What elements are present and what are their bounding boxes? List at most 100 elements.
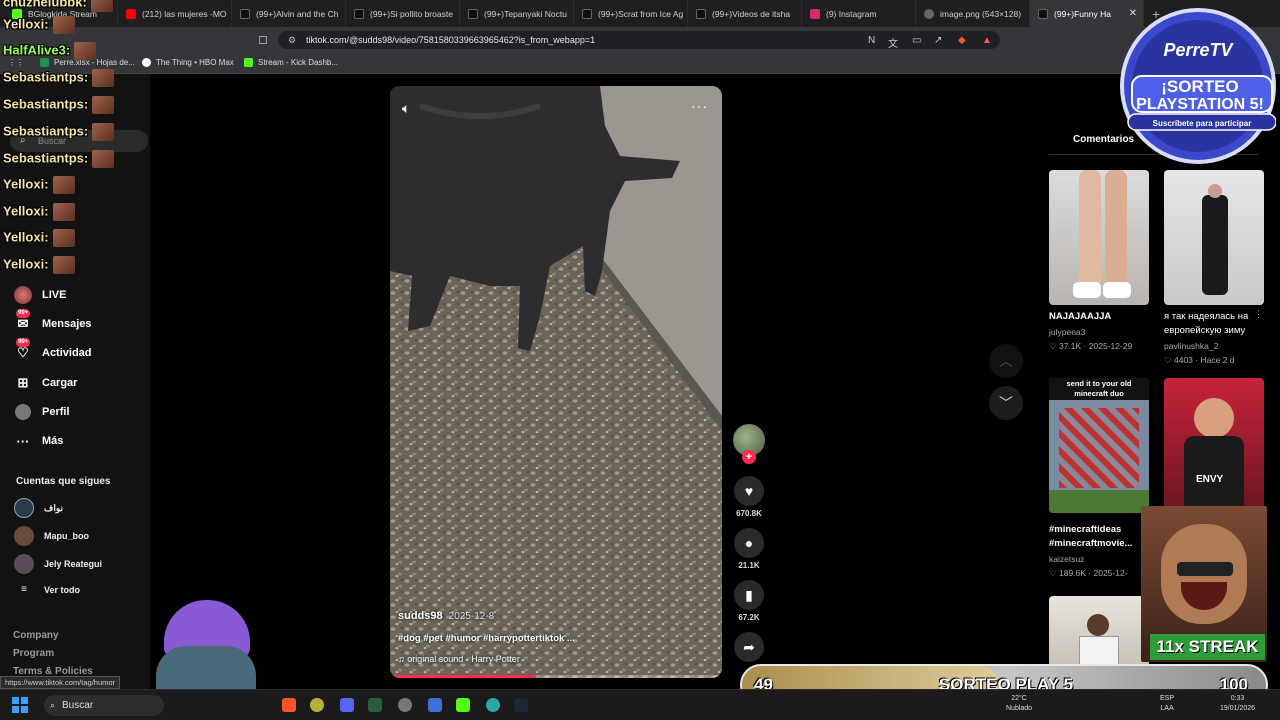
footer-link[interactable]: Company: [13, 630, 59, 641]
app-icon[interactable]: [368, 698, 382, 712]
perretv-line2: PLAYSTATION 5!: [1136, 96, 1264, 113]
nav-live[interactable]: LIVE: [12, 286, 66, 304]
see-all-link[interactable]: ≡ Ver todo: [14, 584, 80, 595]
steam-icon[interactable]: [514, 698, 528, 712]
browser-tab[interactable]: (99+)Si pollito broaste: [346, 0, 460, 27]
tiktok-icon: [582, 8, 592, 19]
nav-messages[interactable]: ✉ 99+ Mensajes: [12, 309, 92, 333]
volume-icon[interactable]: 🔈︎: [402, 100, 410, 117]
status-url: https://www.tiktok.com/tag/humor: [0, 676, 121, 689]
chat-emote-icon: [52, 16, 75, 34]
following-account[interactable]: Jely Reategui: [14, 554, 102, 574]
chat-emote-icon: [92, 96, 115, 114]
instagram-icon: [810, 8, 820, 19]
video-player[interactable]: 🔈︎ ··· sudds98 2025-12-8 #dog #pet #humor…: [390, 86, 722, 678]
chat-emote-icon: [52, 229, 75, 247]
card-author[interactable]: kaizetsuz: [1049, 554, 1084, 564]
app-icon[interactable]: [428, 698, 442, 712]
chat-username: chuzhelubbk:: [3, 0, 87, 10]
following-account[interactable]: نواف: [14, 498, 63, 518]
streak-label: 11x STREAK: [1150, 634, 1265, 660]
video-sound[interactable]: ♫ original sound - Harry Potter: [398, 654, 520, 664]
next-video-button[interactable]: ﹀: [989, 386, 1023, 420]
upload-icon: ⊞: [17, 375, 29, 390]
following-account[interactable]: Mapu_boo: [14, 526, 89, 546]
more-options-icon[interactable]: ⋮: [1254, 309, 1263, 320]
chat-username: HalfAlive3:: [3, 42, 71, 58]
cast-icon[interactable]: ▭: [912, 35, 921, 46]
brave-icon[interactable]: [282, 698, 296, 712]
chat-message: Yelloxi:: [3, 256, 75, 274]
discord-icon[interactable]: [340, 698, 354, 712]
avatar: [14, 498, 34, 518]
notification-badge: 99+: [16, 338, 31, 347]
browser-tab[interactable]: (99+)Scrat from Ice Ag: [574, 0, 688, 27]
comment-count: 21.1K: [738, 561, 760, 570]
share-icon[interactable]: ↗: [934, 35, 942, 46]
heart-icon: ♡: [1049, 341, 1059, 351]
site-info-icon[interactable]: ⚙: [288, 31, 296, 49]
video-thumbnail[interactable]: ENVY: [1164, 378, 1264, 513]
chevron-down-icon: ﹀: [999, 395, 1013, 411]
browser-tab[interactable]: image.png (543×128): [916, 0, 1030, 27]
obs-icon[interactable]: [398, 698, 412, 712]
previous-video-button[interactable]: ︿: [989, 344, 1023, 378]
language-indicator[interactable]: ESP LAA: [1160, 694, 1174, 714]
browser-tab[interactable]: (99+)Videos de itsha: [688, 0, 802, 27]
edge-icon[interactable]: [486, 698, 500, 712]
taskbar-search[interactable]: ⌕ Buscar: [44, 695, 164, 716]
chat-message: HalfAlive3:: [3, 42, 97, 60]
app-icon[interactable]: [310, 698, 324, 712]
search-icon: ⌕: [50, 700, 56, 710]
like-button[interactable]: ♥ 670.8K: [734, 476, 764, 518]
chat-emote-icon: [74, 42, 97, 60]
chat-emote-icon: [52, 176, 75, 194]
video-hashtags[interactable]: #dog #pet #humor #harrypottertiktok ...: [398, 633, 575, 644]
kick-icon: [244, 58, 253, 67]
weather-widget[interactable]: 22°C Nublado: [1006, 694, 1032, 714]
share-icon: ➦: [734, 632, 764, 662]
share-button[interactable]: ➦: [734, 632, 764, 662]
bookmark-icon[interactable]: ☐: [258, 34, 268, 47]
nav-more[interactable]: ··· Más: [12, 432, 64, 450]
browser-tab[interactable]: (99+)Tepanyaki Noctu: [460, 0, 574, 27]
browser-tab[interactable]: (9) Instagram: [802, 0, 916, 27]
kick-icon[interactable]: [456, 698, 470, 712]
more-options-icon[interactable]: ···: [691, 98, 708, 114]
card-author[interactable]: pavlinushka_2: [1164, 341, 1218, 351]
following-heading: Cuentas que sigues: [16, 476, 111, 487]
heart-icon: ♡: [1164, 355, 1174, 365]
chat-username: Yelloxi:: [3, 203, 49, 219]
brave-shield-icon[interactable]: ◆: [958, 35, 966, 46]
card-author[interactable]: julypena3: [1049, 327, 1085, 337]
bookmark-item[interactable]: The Thing • HBO Max: [142, 58, 234, 67]
nav-profile[interactable]: Perfil: [12, 403, 70, 421]
video-thumbnail[interactable]: [1164, 170, 1264, 305]
video-thumbnail[interactable]: [1049, 170, 1149, 305]
language-icon[interactable]: 文: [888, 35, 898, 50]
windows-start-icon[interactable]: [12, 697, 28, 713]
footer-link[interactable]: Program: [13, 648, 54, 659]
video-author[interactable]: sudds98 2025-12-8: [398, 610, 494, 622]
chat-message: Yelloxi:: [3, 203, 75, 221]
chat-emote-icon: [90, 0, 113, 12]
browser-tab[interactable]: (212) las mujeres -MO: [118, 0, 232, 27]
clock[interactable]: 0:33 19/01/2026: [1220, 694, 1255, 714]
nav-activity[interactable]: ♡ 99+ Actividad: [12, 338, 92, 362]
avatar: [14, 554, 34, 574]
video-thumbnail[interactable]: send it to your old minecraft duo: [1049, 378, 1149, 513]
translate-icon[interactable]: N: [868, 35, 875, 46]
follow-plus-icon[interactable]: +: [742, 450, 756, 464]
address-bar-row: ☐ ⚙ tiktok.com/@sudds98/video/7581580339…: [0, 27, 1280, 53]
save-button[interactable]: ▮ 67.2K: [734, 580, 764, 622]
video-progress-bar[interactable]: [390, 675, 722, 678]
nav-upload[interactable]: ⊞ Cargar: [12, 374, 78, 392]
comment-button[interactable]: ● 21.1K: [734, 528, 764, 570]
browser-tab[interactable]: (99+)Alvin and the Ch: [232, 0, 346, 27]
video-progress-fill: [390, 675, 537, 678]
chat-username: Yelloxi:: [3, 176, 49, 192]
perretv-title: PerreTV: [1163, 40, 1234, 60]
bookmark-item[interactable]: Stream - Kick Dashb...: [244, 58, 338, 67]
rewards-icon[interactable]: ▲: [982, 35, 992, 46]
chat-message: Yelloxi:: [3, 229, 75, 247]
